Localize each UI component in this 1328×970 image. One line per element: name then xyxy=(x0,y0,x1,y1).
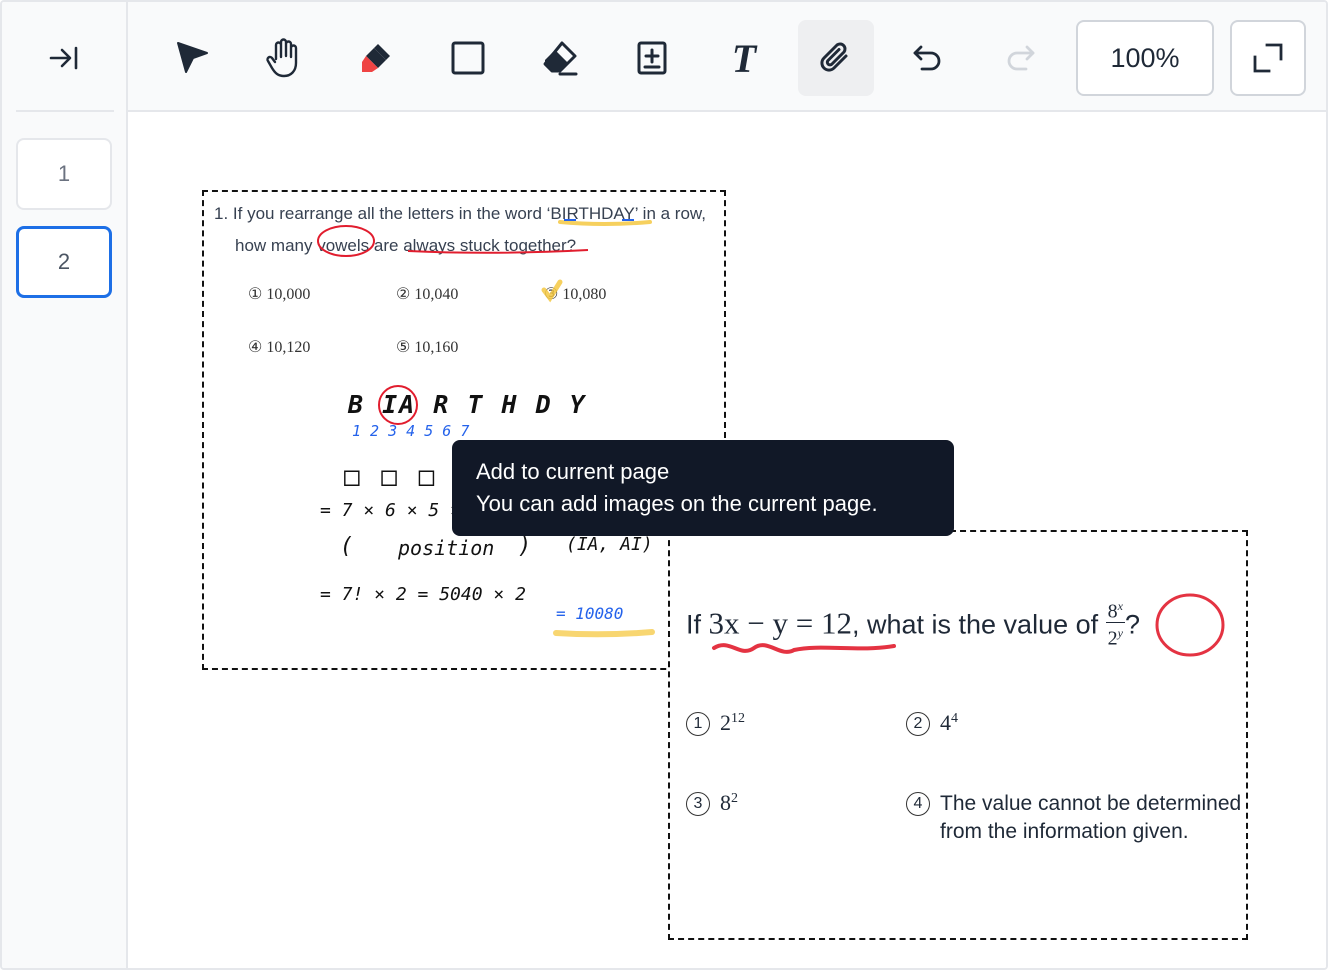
sidebar-divider xyxy=(16,110,114,112)
handwritten-position: position xyxy=(398,536,495,560)
zoom-level-label: 100% xyxy=(1110,42,1180,73)
tooltip-title: Add to current page xyxy=(476,459,670,484)
tooltip-body: You can add images on the current page. xyxy=(476,491,878,516)
image-question-1[interactable]: 1. If you rearrange all the letters in t… xyxy=(202,190,726,670)
handwritten-paren-open: ( xyxy=(340,534,354,559)
word-vowels: vowels xyxy=(317,236,370,255)
paperclip-icon xyxy=(820,42,848,72)
undo-button[interactable] xyxy=(890,20,966,96)
eraser-tool-button[interactable] xyxy=(522,20,598,96)
word-birthday: BIRTHDAY xyxy=(550,204,635,223)
text-tool-button[interactable]: T xyxy=(706,20,782,96)
highlighter-tool-button[interactable] xyxy=(338,20,414,96)
handwritten-numbers: 1 2 3 4 5 6 7 xyxy=(352,422,470,440)
page-thumb-label: 2 xyxy=(57,249,71,274)
drawing-canvas[interactable]: 1. If you rearrange all the letters in t… xyxy=(128,112,1326,968)
pointer-arrow-icon xyxy=(177,42,208,73)
redo-icon xyxy=(1007,45,1035,71)
add-page-tool-button[interactable] xyxy=(614,20,690,96)
handwritten-letters: B IA R T H D Y xyxy=(348,390,587,419)
collapse-right-icon xyxy=(49,46,78,70)
hand-icon xyxy=(266,38,298,78)
rectangle-tool-button[interactable] xyxy=(430,20,506,96)
add-page-icon xyxy=(637,41,667,75)
q2-choice-3: 3 82 xyxy=(686,790,738,817)
q1-choice-4: ④ 10,120 xyxy=(248,339,311,356)
q2-choice-2: 2 44 xyxy=(906,710,958,737)
red-circle-fraction xyxy=(1155,593,1225,657)
q1-choice-5: ⑤ 10,160 xyxy=(396,339,459,356)
handwritten-answer: = 10080 xyxy=(556,604,624,623)
q1-choice-3: ③ 10,080 xyxy=(544,286,607,303)
redo-button[interactable] xyxy=(982,20,1058,96)
yellow-highlight-answer xyxy=(553,629,655,638)
app-window: 1 2 T 100% 1. If you rearrange all the l… xyxy=(0,0,1328,970)
pan-tool-button[interactable] xyxy=(246,20,322,96)
page-thumb-2[interactable]: 2 xyxy=(16,226,112,298)
undo-icon xyxy=(913,45,941,71)
handwritten-pairs: (IA, AI) xyxy=(566,534,653,555)
fullscreen-button[interactable] xyxy=(1230,20,1306,96)
eraser-icon xyxy=(543,41,578,76)
equation: 3x − y = 12 xyxy=(708,605,852,641)
highlighter-icon xyxy=(362,44,390,72)
text-icon: T xyxy=(731,35,757,81)
fraction: 8x 2y xyxy=(1105,596,1125,648)
question1-line1: 1. If you rearrange all the letters in t… xyxy=(214,204,706,223)
zoom-level-button[interactable]: 100% xyxy=(1076,20,1214,96)
page-thumb-1[interactable]: 1 xyxy=(16,138,112,210)
rectangle-icon xyxy=(451,41,485,75)
page-sidebar: 1 2 xyxy=(2,2,128,968)
page-thumb-label: 1 xyxy=(57,161,71,186)
question1-line2: how many vowels are always stuck togethe… xyxy=(235,236,577,255)
collapse-sidebar-button[interactable] xyxy=(16,20,112,96)
q2-choice-1: 1 212 xyxy=(686,710,745,737)
attach-image-tool-button[interactable] xyxy=(798,20,874,96)
handwritten-calc2: = 7! × 2 = 5040 × 2 xyxy=(320,584,526,605)
question2-line: If 3x − y = 12, what is the value of 8x 2… xyxy=(686,599,1140,648)
select-tool-button[interactable] xyxy=(154,20,230,96)
fullscreen-icon xyxy=(1253,43,1283,73)
q1-choice-2: ② 10,040 xyxy=(396,286,459,303)
add-to-page-tooltip: Add to current page You can add images o… xyxy=(452,440,954,536)
q1-choice-1: ① 10,000 xyxy=(248,286,311,303)
image-question-2[interactable]: If 3x − y = 12, what is the value of 8x 2… xyxy=(668,530,1248,940)
phrase-always-stuck-together: always stuck together xyxy=(403,236,567,255)
toolbar: T 100% xyxy=(128,2,1326,112)
handwritten-paren-close: ) xyxy=(518,534,532,559)
q2-annotations xyxy=(712,593,1225,657)
q2-choice-4: 4 The value cannot be determined from the … xyxy=(906,790,1241,846)
